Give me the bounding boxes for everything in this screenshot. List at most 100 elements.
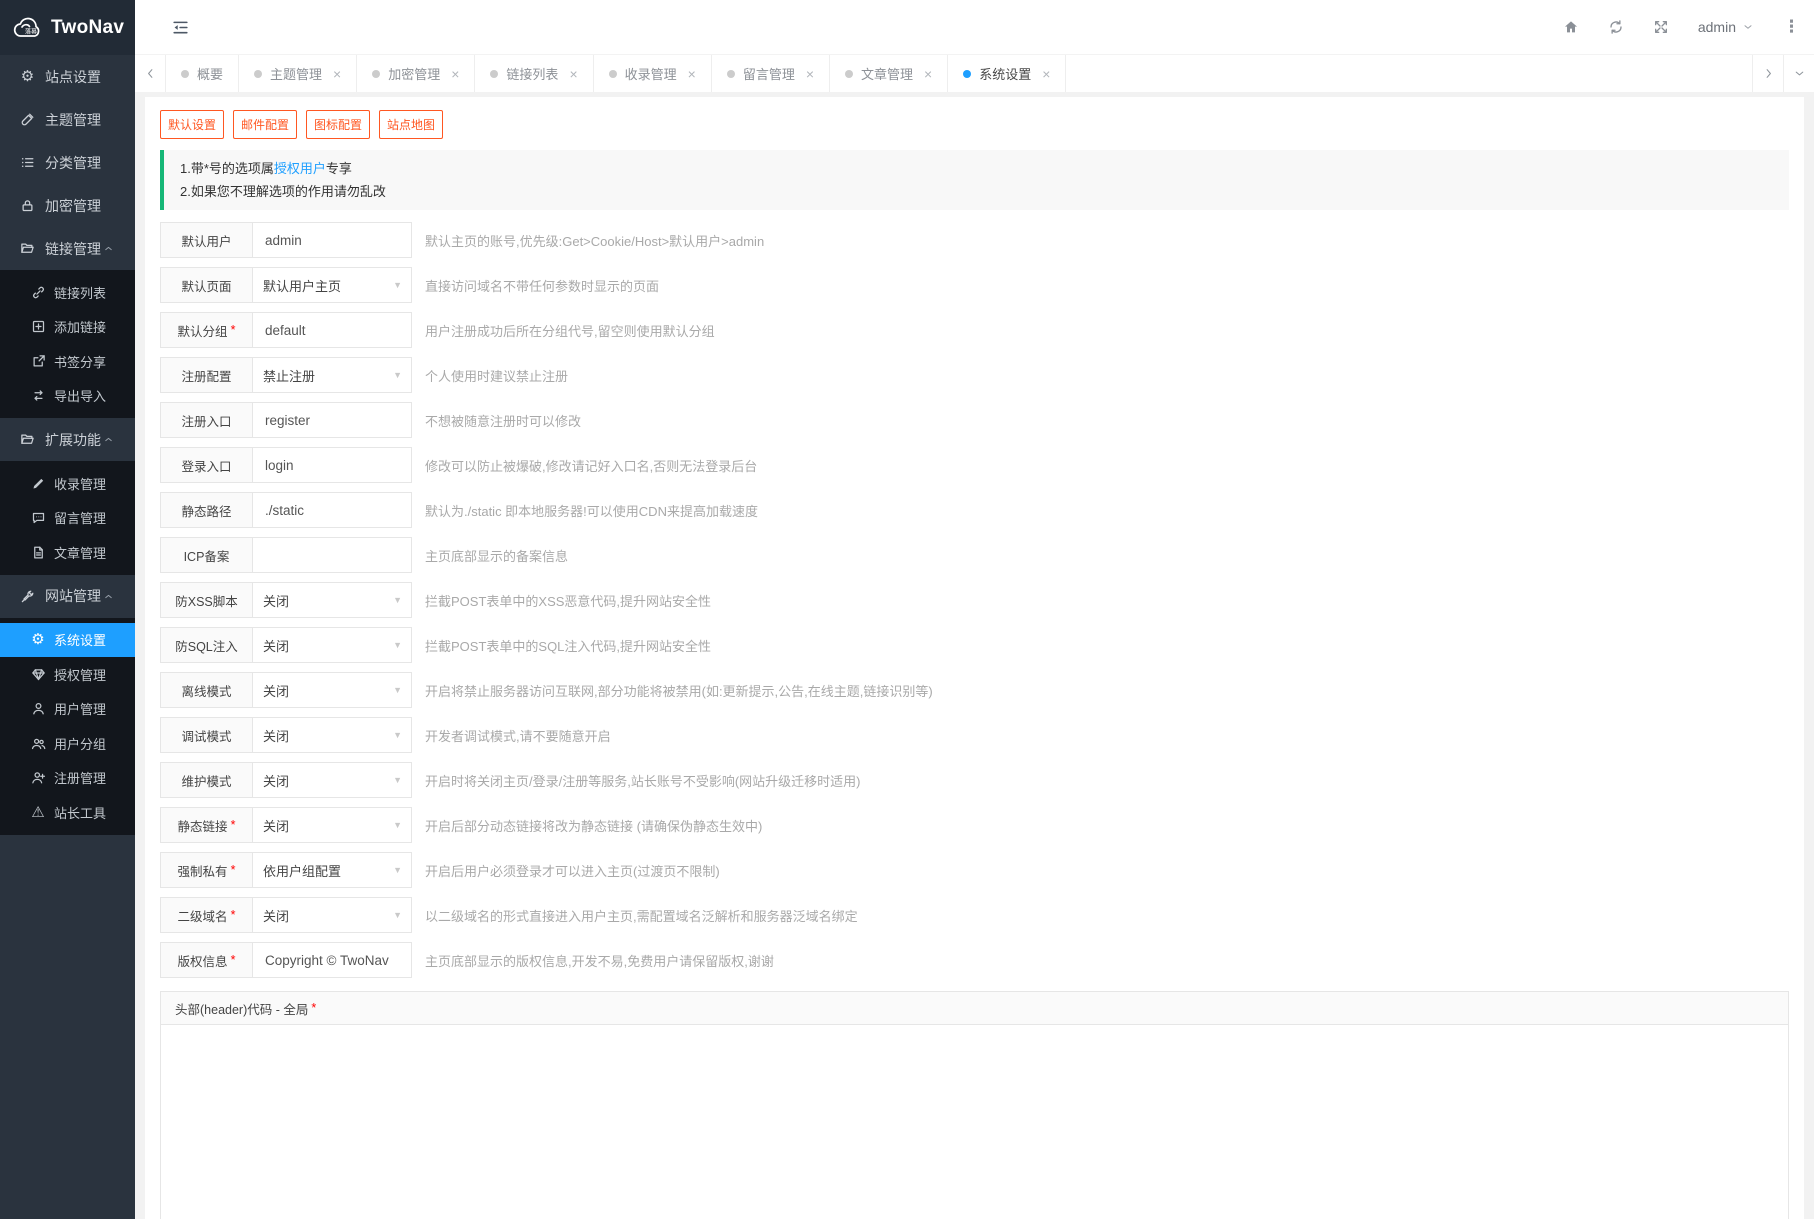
- sidebar-item-site-settings[interactable]: ⚙ 站点设置: [0, 55, 135, 98]
- tab-overview[interactable]: 概要: [166, 55, 240, 92]
- sidebar-item-user-group[interactable]: 用户分组: [0, 726, 135, 761]
- sidebar-item-link-list[interactable]: 链接列表: [0, 275, 135, 310]
- close-tab-icon[interactable]: ×: [806, 66, 814, 82]
- select-caret-icon: ▼: [393, 685, 402, 695]
- collapse-sidebar-icon[interactable]: [171, 18, 190, 37]
- login-entry-input[interactable]: [263, 456, 401, 474]
- chevron-up-icon: [103, 241, 114, 256]
- field-description: 主页底部显示的版权信息,开发不易,免费用户请保留版权,谢谢: [425, 953, 774, 969]
- default-settings-button[interactable]: 默认设置: [160, 110, 225, 139]
- sidebar-item-register-manage[interactable]: 注册管理: [0, 761, 135, 796]
- field-label-text: 二级域名: [177, 909, 228, 924]
- tabs-scroll-right-button[interactable]: [1752, 55, 1783, 92]
- sidebar-item-bookmark-share[interactable]: 书签分享: [0, 344, 135, 379]
- offline-mode-select[interactable]: 关闭 ▼: [253, 673, 411, 707]
- tab-collect[interactable]: 收录管理 ×: [594, 55, 712, 92]
- sidebar-item-theme-manage[interactable]: 主题管理: [0, 98, 135, 141]
- sidebar-item-label: 用户分组: [54, 736, 107, 752]
- copyright-input[interactable]: [263, 951, 401, 969]
- sidebar-item-site-manage[interactable]: 网站管理: [0, 575, 135, 618]
- maintenance-mode-select[interactable]: 关闭 ▼: [253, 763, 411, 797]
- refresh-icon[interactable]: [1608, 19, 1624, 35]
- subdomain-select[interactable]: 关闭 ▼: [253, 898, 411, 932]
- form-row-default-group: 默认分组* 用户注册成功后所在分组代号,留空则使用默认分组: [160, 312, 1789, 348]
- default-group-input[interactable]: [263, 321, 401, 339]
- chevron-up-icon: [103, 432, 114, 447]
- brush-icon: [19, 112, 36, 127]
- debug-mode-select[interactable]: 关闭 ▼: [253, 718, 411, 752]
- copyright-field-wrap: [253, 943, 411, 977]
- sidebar-item-label: 链接列表: [54, 285, 107, 301]
- sidebar-item-system-settings[interactable]: ⚙ 系统设置: [0, 622, 135, 657]
- mail-config-button[interactable]: 邮件配置: [233, 110, 298, 139]
- select-value: 关闭: [263, 683, 290, 699]
- submenu-extend-functions: 收录管理留言管理 文章管理: [0, 461, 135, 575]
- default-page-select[interactable]: 默认用户主页 ▼: [253, 268, 411, 302]
- tab-message[interactable]: 留言管理 ×: [712, 55, 831, 92]
- tab-link-list[interactable]: 链接列表 ×: [475, 55, 594, 92]
- select-caret-icon: ▼: [393, 865, 402, 875]
- cloud-logo-icon: 落幕: [10, 14, 46, 42]
- field-label: ICP备案: [161, 538, 253, 572]
- select-value: 关闭: [263, 593, 290, 609]
- close-tab-icon[interactable]: ×: [924, 66, 932, 82]
- default-user-input[interactable]: [263, 231, 401, 249]
- field-description: 默认为./static 即本地服务器!可以使用CDN来提高加载速度: [425, 503, 758, 519]
- sidebar-item-user-manage[interactable]: 用户管理: [0, 692, 135, 727]
- gem-icon: [30, 667, 46, 682]
- input-group: 默认页面 默认用户主页 ▼: [160, 267, 412, 303]
- sidebar-item-message-manage[interactable]: 留言管理: [0, 501, 135, 536]
- tab-system[interactable]: 系统设置 ×: [948, 55, 1067, 92]
- field-label-text: 调试模式: [181, 729, 232, 744]
- static-link-select[interactable]: 关闭 ▼: [253, 808, 411, 842]
- tab-encrypt[interactable]: 加密管理 ×: [357, 55, 476, 92]
- required-asterisk: *: [311, 1001, 317, 1015]
- username: admin: [1697, 19, 1736, 35]
- user-plus-icon: [30, 770, 46, 785]
- sidebar-item-label: 收录管理: [54, 476, 107, 492]
- kebab-menu-icon[interactable]: ⋮: [1783, 17, 1800, 37]
- tab-label: 留言管理: [742, 67, 795, 82]
- user-dropdown[interactable]: admin: [1698, 19, 1754, 35]
- sidebar-item-webmaster-tools[interactable]: ⚠ 站长工具: [0, 795, 135, 830]
- register-config-select[interactable]: 禁止注册 ▼: [253, 358, 411, 392]
- tabs-menu-button[interactable]: [1783, 55, 1814, 92]
- sidebar-item-encrypt-manage[interactable]: 加密管理: [0, 184, 135, 227]
- close-tab-icon[interactable]: ×: [333, 66, 341, 82]
- sidebar-item-extend-functions[interactable]: 扩展功能: [0, 418, 135, 461]
- tabs-scroll-left-button[interactable]: [135, 55, 166, 92]
- close-tab-icon[interactable]: ×: [688, 66, 696, 82]
- sidebar-item-collect-manage[interactable]: 收录管理: [0, 466, 135, 501]
- sidebar-item-article-manage[interactable]: 文章管理: [0, 535, 135, 570]
- sitemap-button[interactable]: 站点地图: [379, 110, 444, 139]
- sidebar-item-export-import[interactable]: 导出导入: [0, 379, 135, 414]
- svg-text:落幕: 落幕: [25, 27, 37, 35]
- sidebar-item-add-link[interactable]: 添加链接: [0, 310, 135, 345]
- brand-logo[interactable]: 落幕 TwoNav: [0, 0, 135, 55]
- force-private-select[interactable]: 依用户组配置 ▼: [253, 853, 411, 887]
- sidebar-item-link-manage[interactable]: 链接管理: [0, 227, 135, 270]
- settings-toolbar: 默认设置 邮件配置 图标配置 站点地图: [160, 110, 1789, 139]
- header-code-textarea[interactable]: [161, 1025, 1788, 1219]
- sidebar-item-license-manage[interactable]: 授权管理: [0, 657, 135, 692]
- home-icon[interactable]: [1563, 19, 1579, 35]
- tab-theme[interactable]: 主题管理 ×: [239, 55, 358, 92]
- icp-record-input[interactable]: [263, 546, 401, 564]
- field-label: 注册配置: [161, 358, 253, 392]
- fullscreen-icon[interactable]: [1653, 19, 1669, 35]
- static-path-input[interactable]: [263, 501, 401, 519]
- static-path-field-wrap: [253, 493, 411, 527]
- tab-article[interactable]: 文章管理 ×: [830, 55, 949, 92]
- close-tab-icon[interactable]: ×: [451, 66, 459, 82]
- anti-sql-select[interactable]: 关闭 ▼: [253, 628, 411, 662]
- register-entry-input[interactable]: [263, 411, 401, 429]
- authorized-user-link[interactable]: 授权用户: [274, 161, 326, 176]
- sidebar-item-label: 添加链接: [54, 320, 107, 336]
- close-tab-icon[interactable]: ×: [1042, 66, 1050, 82]
- icon-config-button[interactable]: 图标配置: [306, 110, 371, 139]
- select-value: 关闭: [263, 728, 290, 744]
- anti-xss-select[interactable]: 关闭 ▼: [253, 583, 411, 617]
- close-tab-icon[interactable]: ×: [569, 66, 577, 82]
- input-group: 版权信息 *: [160, 942, 412, 978]
- sidebar-item-category-manage[interactable]: 分类管理: [0, 141, 135, 184]
